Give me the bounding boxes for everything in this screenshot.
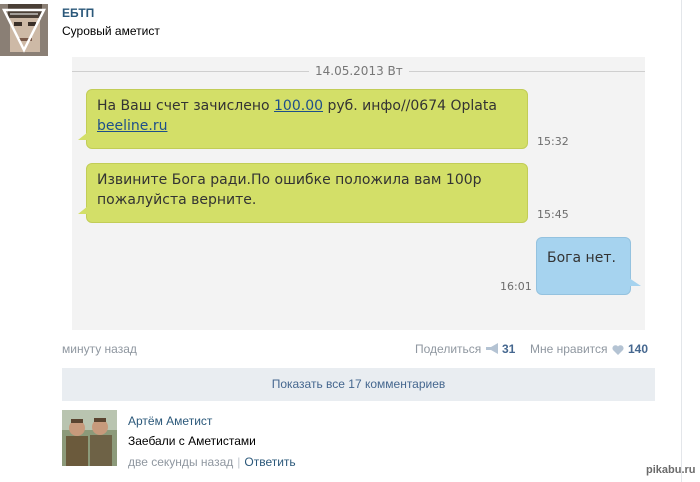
- sms-bubble-incoming: Извините Бога ради.По ошибке положила ва…: [78, 163, 528, 223]
- post-text: Суровый аметист: [62, 24, 160, 38]
- comment-item: Артём Аметист Заебали с Аметистами две с…: [62, 410, 662, 470]
- show-all-comments-button[interactable]: Показать все 17 комментариев: [62, 368, 655, 401]
- heart-icon[interactable]: [612, 344, 624, 358]
- bubble-tail: [78, 206, 88, 214]
- sms-amount-link[interactable]: 100.00: [274, 98, 323, 114]
- sms-bubble-outgoing: Бога нет.: [536, 237, 641, 295]
- post-avatar[interactable]: [0, 4, 48, 56]
- pikabu-watermark: pikabu.ru: [646, 464, 696, 476]
- comment-author-name[interactable]: Артём Аметист: [128, 414, 212, 428]
- sms-text: руб. инфо//0674 Oplata: [323, 98, 497, 114]
- sms-date: 14.05.2013 Вт: [309, 64, 409, 78]
- bubble-tail: [78, 132, 88, 140]
- sms-text: Бога нет.: [547, 250, 616, 266]
- sms-screenshot: 14.05.2013 Вт На Ваш счет зачислено 100.…: [72, 57, 645, 330]
- sms-text: пожалуйста верните.: [97, 192, 257, 208]
- sms-domain-link[interactable]: beeline.ru: [97, 118, 167, 134]
- sms-time: 16:01: [500, 280, 532, 293]
- sms-time: 15:32: [537, 135, 569, 148]
- comment-avatar[interactable]: [62, 410, 117, 466]
- sms-bubble-incoming: На Ваш счет зачислено 100.00 руб. инфо//…: [78, 89, 528, 149]
- meta-separator: |: [237, 455, 241, 469]
- like-count: 140: [628, 342, 649, 356]
- sms-text: На Ваш счет зачислено: [97, 98, 275, 114]
- post-meta-row: минуту назад Поделиться 31 Мне нравится …: [62, 340, 658, 358]
- bubble-tail: [629, 278, 641, 286]
- sms-text: Извините Бога ради.По ошибке положила ва…: [97, 172, 482, 188]
- sms-time: 15:45: [537, 208, 569, 221]
- reply-button[interactable]: Ответить: [244, 455, 295, 469]
- comment-meta: две секунды назад | Ответить: [128, 455, 296, 469]
- post-header: ЕБТП Суровый аметист: [0, 0, 680, 60]
- post-time[interactable]: минуту назад: [62, 342, 137, 356]
- avatar-image: [0, 4, 48, 56]
- share-count: 31: [502, 342, 516, 356]
- page-edge-rule: [681, 0, 682, 482]
- megaphone-icon[interactable]: [486, 343, 499, 357]
- post-author-name[interactable]: ЕБТП: [62, 6, 94, 20]
- comment-time[interactable]: две секунды назад: [128, 455, 233, 469]
- avatar-image: [62, 410, 117, 466]
- like-button[interactable]: Мне нравится: [530, 342, 608, 356]
- comment-text: Заебали с Аметистами: [128, 434, 256, 448]
- share-button[interactable]: Поделиться: [415, 342, 481, 356]
